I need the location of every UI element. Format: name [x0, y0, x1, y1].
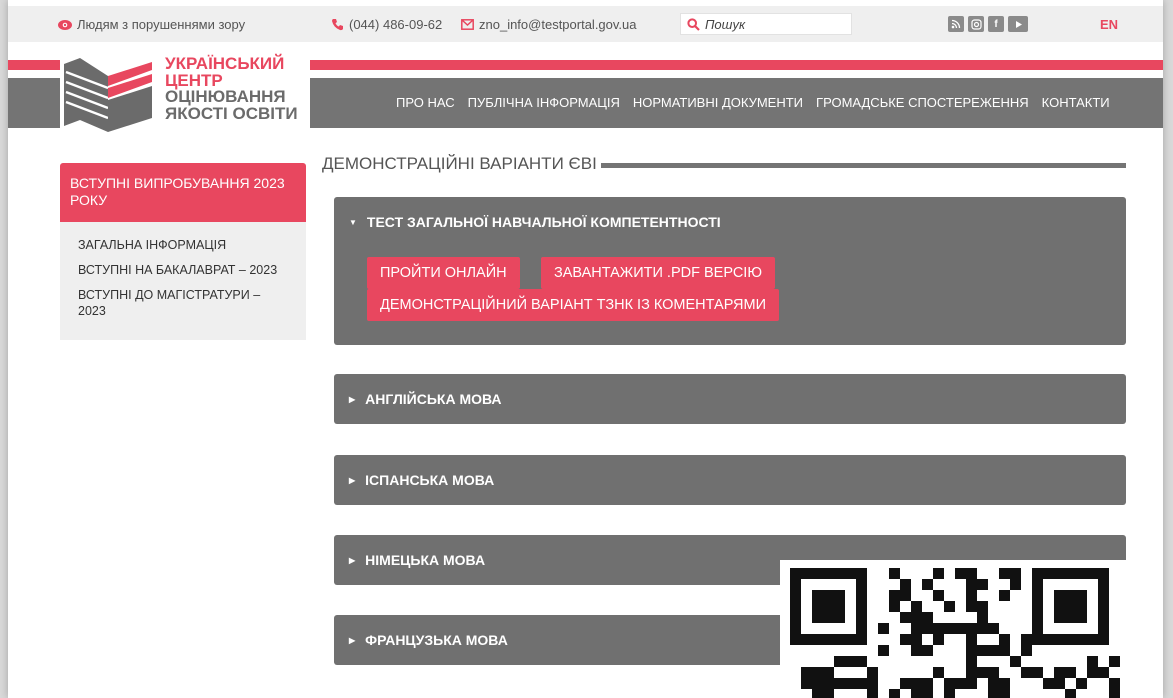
accordion-title: ІСПАНСЬКА МОВА [365, 472, 495, 488]
youtube-icon[interactable] [1008, 16, 1028, 32]
accordion-title: ТЕСТ ЗАГАЛЬНОЇ НАВЧАЛЬНОЇ КОМПЕТЕНТНОСТІ [366, 214, 721, 230]
caret-right-icon: ▶ [349, 635, 356, 645]
book-logo-icon [64, 58, 152, 132]
accordion-header[interactable]: ▶ АНГЛІЙСЬКА МОВА [349, 391, 502, 407]
nav-item-about[interactable]: ПРО НАС [396, 95, 455, 110]
accordion-header[interactable]: ▼ ТЕСТ ЗАГАЛЬНОЇ НАВЧАЛЬНОЇ КОМПЕТЕНТНОС… [349, 214, 721, 230]
accordion-title: НІМЕЦЬКА МОВА [365, 552, 486, 568]
accordion-title: ФРАНЦУЗЬКА МОВА [365, 632, 508, 648]
envelope-icon [461, 19, 474, 30]
caret-right-icon: ▶ [349, 555, 356, 565]
phone-number: (044) 486-09-62 [349, 17, 443, 32]
accessibility-link[interactable]: Людям з порушеннями зору [58, 17, 245, 32]
eye-icon [58, 19, 72, 30]
accordion-header[interactable]: ▶ ІСПАНСЬКА МОВА [349, 472, 494, 488]
top-bar: Людям з порушеннями зору (044) 486-09-62… [8, 6, 1163, 42]
logo-text: УКРАЇНСЬКИЙ ЦЕНТР ОЦІНЮВАННЯ ЯКОСТІ ОСВІ… [165, 55, 298, 123]
nav-item-regulations[interactable]: НОРМАТИВНІ ДОКУМЕНТИ [633, 95, 803, 110]
page: Людям з порушеннями зору (044) 486-09-62… [8, 0, 1163, 698]
nav-item-public-observation[interactable]: ГРОМАДСЬКЕ СПОСТЕРЕЖЕННЯ [816, 95, 1029, 110]
sidebar-menu: ЗАГАЛЬНА ІНФОРМАЦІЯ ВСТУПНІ НА БАКАЛАВРА… [60, 222, 306, 340]
phone-link[interactable]: (044) 486-09-62 [331, 17, 442, 32]
accordion-item-english[interactable]: ▶ АНГЛІЙСЬКА МОВА [334, 374, 1126, 424]
nav-item-public-info[interactable]: ПУБЛІЧНА ІНФОРМАЦІЯ [468, 95, 620, 110]
sidebar-item-general-info[interactable]: ЗАГАЛЬНА ІНФОРМАЦІЯ [78, 237, 288, 253]
accordion-title: АНГЛІЙСЬКА МОВА [365, 391, 502, 407]
demo-with-comments-button[interactable]: ДЕМОНСТРАЦІЙНИЙ ВАРІАНТ ТЗНК ІЗ КОМЕНТАР… [367, 289, 780, 321]
caret-right-icon: ▶ [349, 394, 356, 404]
accordion-item-general-competence: ▼ ТЕСТ ЗАГАЛЬНОЇ НАВЧАЛЬНОЇ КОМПЕТЕНТНОС… [334, 197, 1126, 345]
accessibility-label: Людям з порушеннями зору [77, 17, 246, 32]
section-header: ДЕМОНСТРАЦІЙНІ ВАРІАНТИ ЄВІ [322, 154, 1126, 174]
language-switch[interactable]: EN [1100, 17, 1118, 32]
sidebar-item-master[interactable]: ВСТУПНІ ДО МАГІСТРАТУРИ – 2023 [78, 287, 288, 319]
rss-icon[interactable] [948, 16, 964, 32]
instagram-icon[interactable] [968, 16, 984, 32]
qr-code-graphic [790, 568, 1120, 698]
sidebar-heading[interactable]: ВСТУПНІ ВИПРОБУВАННЯ 2023 РОКУ [60, 163, 306, 222]
caret-right-icon: ▶ [349, 475, 356, 485]
email-link[interactable]: zno_info@testportal.gov.ua [461, 17, 637, 32]
qr-code [780, 560, 1130, 698]
sidebar-item-bachelor[interactable]: ВСТУПНІ НА БАКАЛАВРАТ – 2023 [78, 262, 288, 278]
take-online-button[interactable]: ПРОЙТИ ОНЛАЙН [367, 257, 520, 289]
caret-down-icon: ▼ [349, 217, 357, 227]
accordion-header[interactable]: ▶ НІМЕЦЬКА МОВА [349, 552, 485, 568]
download-pdf-button[interactable]: ЗАВАНТАЖИТИ .PDF ВЕРСІЮ [541, 257, 775, 289]
accordion-header[interactable]: ▶ ФРАНЦУЗЬКА МОВА [349, 632, 508, 648]
email-address: zno_info@testportal.gov.ua [479, 17, 637, 32]
nav-item-contacts[interactable]: КОНТАКТИ [1042, 95, 1110, 110]
social-links: f [948, 16, 1028, 32]
search-input[interactable] [705, 16, 845, 32]
search-icon[interactable] [681, 17, 705, 31]
page-title: ДЕМОНСТРАЦІЙНІ ВАРІАНТИ ЄВІ [322, 154, 597, 173]
search-box [680, 13, 852, 35]
main-nav: ПРО НАС ПУБЛІЧНА ІНФОРМАЦІЯ НОРМАТИВНІ Д… [396, 95, 1110, 110]
accordion-item-spanish[interactable]: ▶ ІСПАНСЬКА МОВА [334, 455, 1126, 505]
logo-line-4: ЯКОСТІ ОСВІТИ [165, 103, 298, 123]
facebook-icon[interactable]: f [988, 16, 1004, 32]
phone-icon [332, 19, 343, 31]
title-divider [600, 163, 1126, 168]
